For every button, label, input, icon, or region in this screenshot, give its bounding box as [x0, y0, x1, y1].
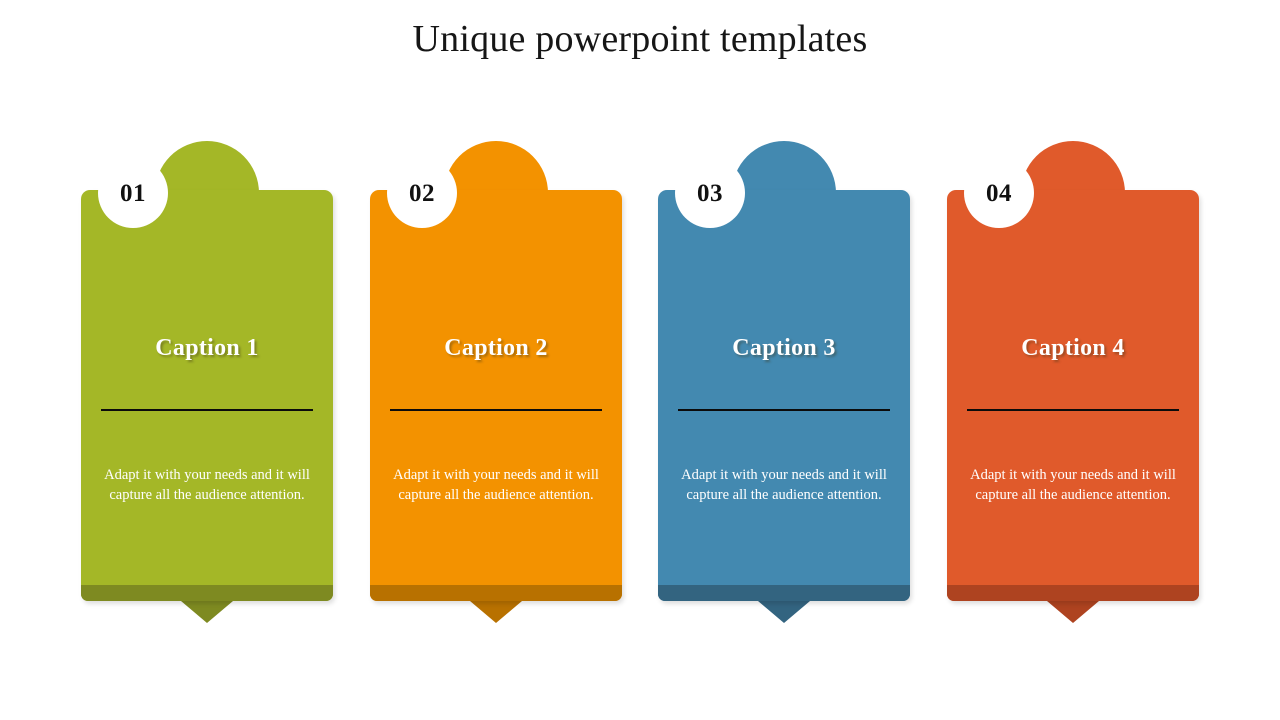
card-caption-02: Caption 2: [444, 335, 548, 361]
number-label-04: 04: [986, 179, 1012, 207]
card-footer-band-04: [947, 585, 1199, 601]
card-caption-01: Caption 1: [155, 335, 259, 361]
cards-row: 01 Caption 1 Adapt it with your needs an…: [81, 141, 1199, 631]
ring-upper-half-02: [444, 141, 548, 193]
card-pointer-arrow-01: [181, 601, 233, 623]
card-01[interactable]: 01 Caption 1 Adapt it with your needs an…: [81, 141, 333, 631]
card-divider-03: [678, 409, 890, 411]
card-pointer-arrow-04: [1047, 601, 1099, 623]
card-pointer-arrow-02: [470, 601, 522, 623]
number-badge-01: 01: [98, 158, 168, 228]
number-label-03: 03: [697, 179, 723, 207]
card-footer-band-03: [658, 585, 910, 601]
card-divider-04: [967, 409, 1179, 411]
card-divider-01: [101, 409, 313, 411]
card-footer-band-01: [81, 585, 333, 601]
card-caption-03: Caption 3: [732, 335, 836, 361]
card-body-04[interactable]: Caption 4 Adapt it with your needs and i…: [947, 190, 1199, 601]
card-divider-02: [390, 409, 602, 411]
ring-upper-half-01: [155, 141, 259, 193]
card-description-02: Adapt it with your needs and it will cap…: [393, 467, 599, 503]
card-description-04: Adapt it with your needs and it will cap…: [970, 467, 1176, 503]
card-pointer-arrow-03: [758, 601, 810, 623]
card-04[interactable]: 04 Caption 4 Adapt it with your needs an…: [947, 141, 1199, 631]
page-title: Unique powerpoint templates: [412, 18, 868, 60]
card-body-03[interactable]: Caption 3 Adapt it with your needs and i…: [658, 190, 910, 601]
card-description-01: Adapt it with your needs and it will cap…: [104, 467, 310, 503]
card-caption-04: Caption 4: [1021, 335, 1125, 361]
number-badge-03: 03: [675, 158, 745, 228]
card-description-03: Adapt it with your needs and it will cap…: [681, 467, 887, 503]
card-03[interactable]: 03 Caption 3 Adapt it with your needs an…: [658, 141, 910, 631]
ring-upper-half-03: [732, 141, 836, 193]
number-label-02: 02: [409, 179, 435, 207]
card-02[interactable]: 02 Caption 2 Adapt it with your needs an…: [370, 141, 622, 631]
card-body-01[interactable]: Caption 1 Adapt it with your needs and i…: [81, 190, 333, 601]
number-label-01: 01: [120, 179, 146, 207]
ring-upper-half-04: [1021, 141, 1125, 193]
card-footer-band-02: [370, 585, 622, 601]
number-badge-02: 02: [387, 158, 457, 228]
number-badge-04: 04: [964, 158, 1034, 228]
card-body-02[interactable]: Caption 2 Adapt it with your needs and i…: [370, 190, 622, 601]
